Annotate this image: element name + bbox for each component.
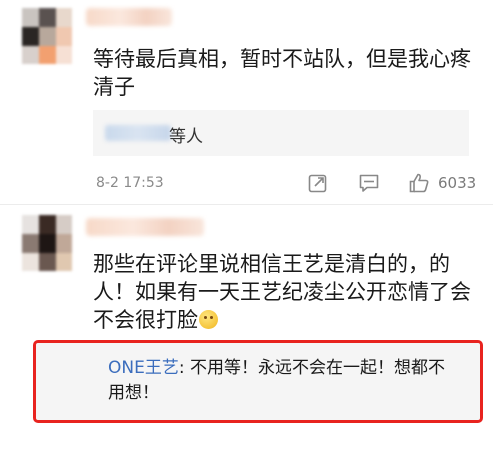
share-icon: [308, 174, 327, 193]
like-button[interactable]: 6033: [408, 170, 476, 196]
highlighted-reply[interactable]: ONE王艺: 不用等！永远不会在一起！想都不用想！: [33, 340, 483, 423]
avatar[interactable]: [22, 215, 72, 271]
reply-usernames-blurred: [105, 125, 171, 141]
reply-separator: :: [178, 358, 190, 378]
like-count: 6033: [438, 174, 477, 192]
comment-divider: [0, 204, 493, 205]
timestamp: 8-2 17:53: [96, 175, 164, 191]
comment-text-body: 那些在评论里说相信王艺是清白的，的人！如果有一天王艺纪凌尘公开恋情了会不会很打脸: [93, 252, 471, 332]
avatar[interactable]: [22, 8, 72, 64]
username-blurred[interactable]: [86, 218, 204, 236]
share-button[interactable]: [307, 170, 329, 196]
comment-icon: [359, 174, 379, 192]
reply-summary[interactable]: 等人: [93, 110, 469, 156]
comment-text: 等待最后真相，暂时不站队，但是我心疼清子: [93, 47, 471, 99]
smile-emoji-icon: [199, 310, 218, 329]
reply-author[interactable]: ONE王艺: [108, 358, 179, 378]
comment-text: 那些在评论里说相信王艺是清白的，的人！如果有一天王艺纪凌尘公开恋情了会不会很打脸: [93, 250, 475, 334]
username-blurred[interactable]: [86, 8, 172, 26]
reply-text: ONE王艺: 不用等！永远不会在一起！想都不用想！: [108, 356, 448, 406]
thumbs-up-icon: [409, 173, 429, 193]
comment-button[interactable]: [358, 170, 380, 196]
reply-summary-suffix: 等人: [169, 127, 203, 147]
